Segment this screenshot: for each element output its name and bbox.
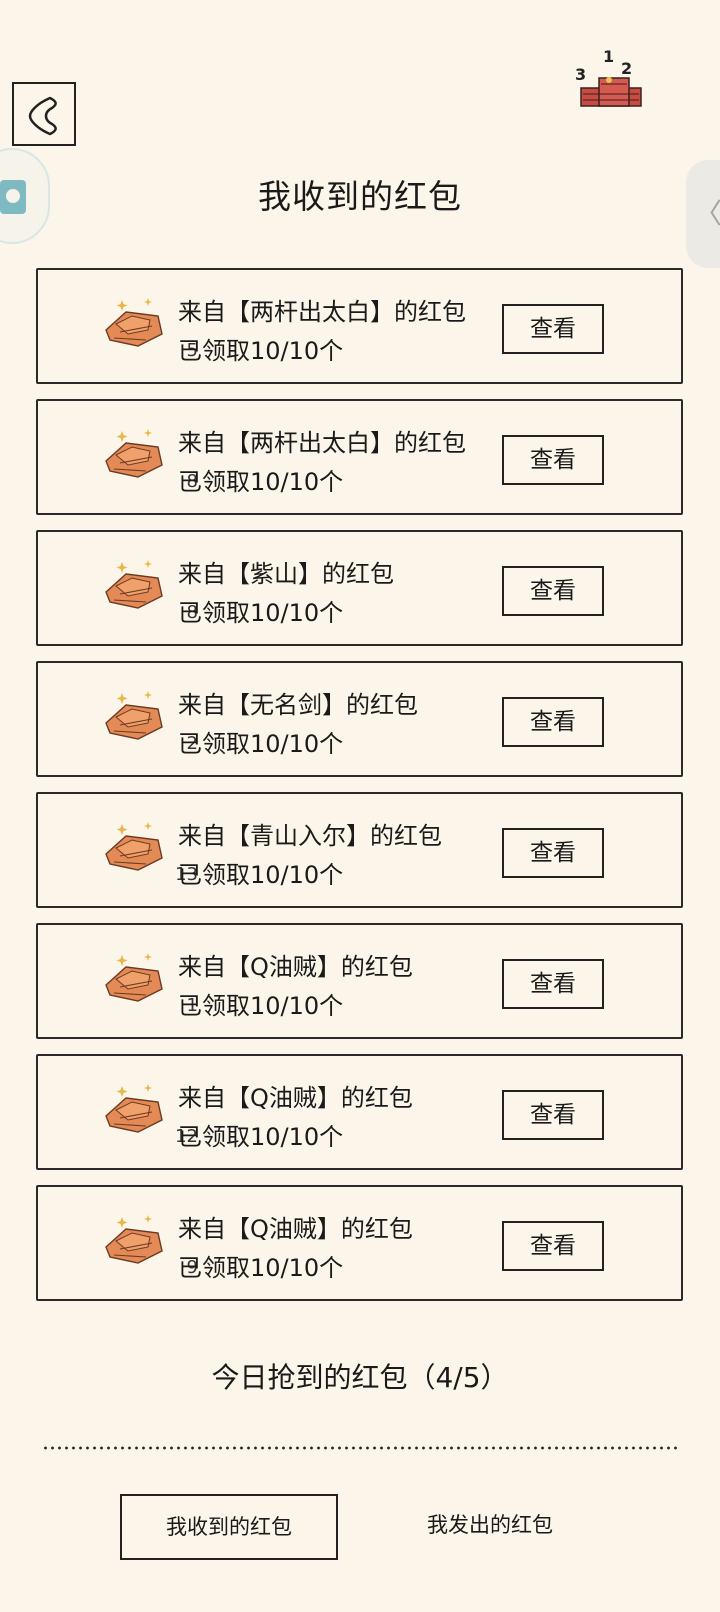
- packet-status: 已领取10/10个: [178, 992, 344, 1020]
- view-button[interactable]: 查看: [502, 959, 604, 1009]
- red-packet-list[interactable]: 5 来自【两杆出太白】的红包 已领取10/10个 查看 8 来自【两杆出太白】的…: [36, 268, 683, 1320]
- packet-sender: 来自【Q油贼】的红包: [178, 1215, 413, 1243]
- packet-sender: 来自【无名剑】的红包: [178, 691, 418, 719]
- tab-sent[interactable]: 我发出的红包: [380, 1494, 600, 1560]
- svg-text:3: 3: [575, 65, 586, 84]
- today-grabbed-label: 今日抢到的红包（4/5）: [211, 1361, 509, 1394]
- view-button[interactable]: 查看: [502, 697, 604, 747]
- packet-sender: 来自【青山入尔】的红包: [178, 822, 442, 850]
- packet-status: 已领取10/10个: [178, 337, 344, 365]
- back-button[interactable]: [12, 82, 76, 146]
- packet-status: 已领取10/10个: [178, 468, 344, 496]
- red-packet-item: 8 来自【两杆出太白】的红包 已领取10/10个 查看: [36, 399, 683, 515]
- red-packet-item: 13 来自【青山入尔】的红包 已领取10/10个 查看: [36, 792, 683, 908]
- packet-status: 已领取10/10个: [178, 599, 344, 627]
- red-packet-item: 9 来自【Q油贼】的红包 已领取10/10个 查看: [36, 1185, 683, 1301]
- packet-sender: 来自【两杆出太白】的红包: [178, 298, 466, 326]
- dotted-divider: [42, 1446, 678, 1450]
- packet-sender: 来自【两杆出太白】的红包: [178, 429, 466, 457]
- packet-status: 已领取10/10个: [178, 1254, 344, 1282]
- packet-status: 已领取10/10个: [178, 861, 344, 889]
- page-title: 我收到的红包: [258, 177, 462, 216]
- packet-status: 已领取10/10个: [178, 1123, 344, 1151]
- view-button[interactable]: 查看: [502, 566, 604, 616]
- tab-received[interactable]: 我收到的红包: [120, 1494, 338, 1560]
- view-button[interactable]: 查看: [502, 1221, 604, 1271]
- red-packet-item: 8 来自【紫山】的红包 已领取10/10个 查看: [36, 530, 683, 646]
- view-button[interactable]: 查看: [502, 435, 604, 485]
- packet-sender: 来自【Q油贼】的红包: [178, 1084, 413, 1112]
- red-packet-item: 5 来自【两杆出太白】的红包 已领取10/10个 查看: [36, 268, 683, 384]
- svg-text:2: 2: [621, 59, 632, 78]
- packet-sender: 来自【紫山】的红包: [178, 560, 394, 588]
- back-arrow-icon: [28, 96, 57, 136]
- view-button[interactable]: 查看: [502, 304, 604, 354]
- red-packet-item: 1 来自【Q油贼】的红包 已领取10/10个 查看: [36, 923, 683, 1039]
- ranking-podium-icon[interactable]: 3 1 2: [575, 50, 651, 116]
- red-packet-item: 12 来自【Q油贼】的红包 已领取10/10个 查看: [36, 1054, 683, 1170]
- packet-status: 已领取10/10个: [178, 730, 344, 758]
- svg-text:1: 1: [603, 50, 614, 66]
- red-packet-item: 2 来自【无名剑】的红包 已领取10/10个 查看: [36, 661, 683, 777]
- packet-sender: 来自【Q油贼】的红包: [178, 953, 413, 981]
- view-button[interactable]: 查看: [502, 1090, 604, 1140]
- view-button[interactable]: 查看: [502, 828, 604, 878]
